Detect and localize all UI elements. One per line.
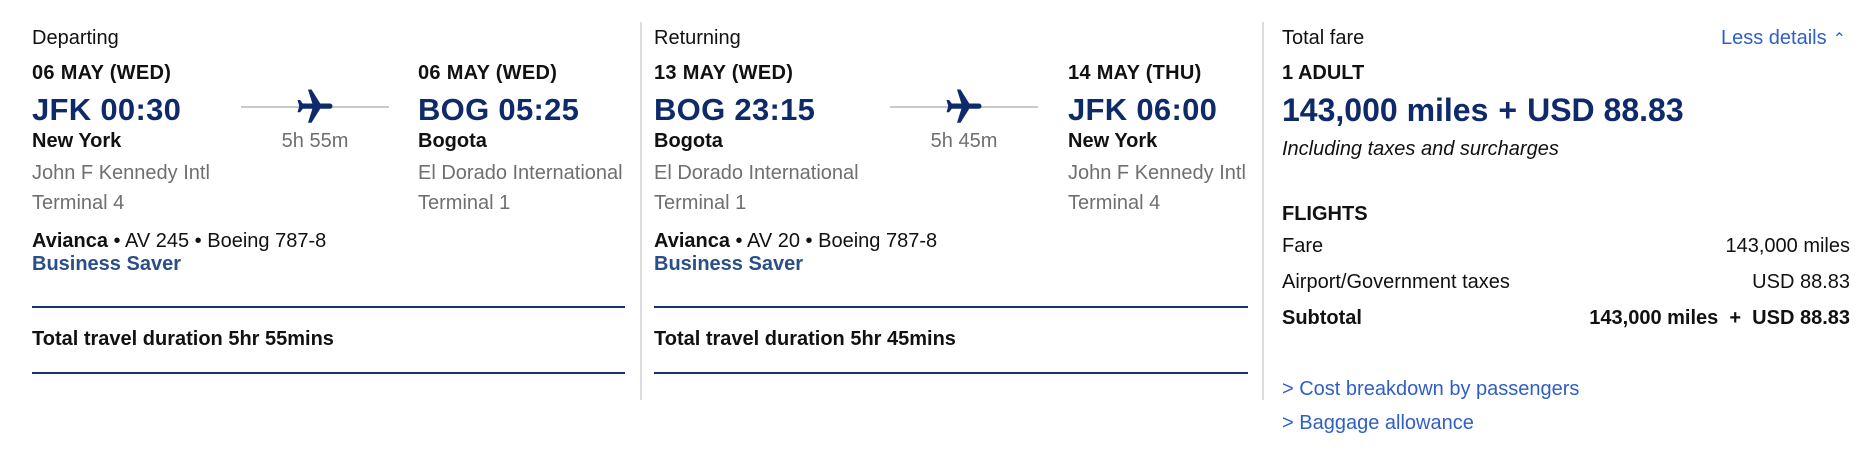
returning-section: Returning 13 MAY (WED) BOG 23:15 Bogota …: [654, 0, 1248, 454]
departure-city: Bogota: [654, 130, 723, 152]
chevron-up-icon: ⌃: [1832, 31, 1846, 48]
taxes-note: Including taxes and surcharges: [1282, 138, 1559, 160]
fare-class: Business Saver: [654, 253, 803, 275]
flight-info: Avianca • AV 245 • Boeing 787-8: [32, 230, 326, 253]
arrival-date: 14 MAY (THU): [1068, 62, 1202, 84]
total-travel-duration: Total travel duration 5hr 55mins: [32, 328, 334, 350]
departure-airport: John F Kennedy Intl: [32, 162, 210, 184]
departure-terminal: Terminal 1: [654, 192, 747, 214]
price-plus: +: [1498, 92, 1518, 128]
arrival-city: Bogota: [418, 130, 487, 152]
departure-time: BOG 23:15: [654, 92, 816, 127]
flights-heading: FLIGHTS: [1282, 203, 1368, 225]
column-divider: [1262, 22, 1264, 400]
departing-section: Departing 06 MAY (WED) JFK 00:30 New Yor…: [32, 0, 625, 454]
flight-duration: 5h 55m: [281, 130, 349, 152]
flight-duration: 5h 45m: [930, 130, 998, 152]
arrival-city: New York: [1068, 130, 1158, 152]
taxes-row-value: USD 88.83: [1752, 271, 1850, 293]
airline-name: Avianca: [32, 230, 108, 252]
arrival-time: JFK 06:00: [1068, 92, 1218, 127]
subtotal-row: Subtotal 143,000 miles + USD 88.83: [1282, 307, 1850, 330]
departure-airport: El Dorado International: [654, 162, 859, 184]
arrival-airport: John F Kennedy Intl: [1068, 162, 1246, 184]
airplane-icon: [297, 89, 333, 123]
subtotal-value: 143,000 miles + USD 88.83: [1589, 307, 1850, 329]
separator-dot: •: [113, 230, 125, 252]
arrival-terminal: Terminal 1: [418, 192, 511, 214]
fare-title: Total fare: [1282, 27, 1365, 49]
arrival-date: 06 MAY (WED): [418, 62, 558, 84]
column-divider: [640, 22, 642, 400]
taxes-row-label: Airport/Government taxes: [1282, 271, 1510, 293]
flight-number-aircraft: AV 245 • Boeing 787-8: [125, 230, 327, 252]
taxes-row: Airport/Government taxes USD 88.83: [1282, 271, 1850, 294]
fare-summary: Total fare Less details ⌃ 1 ADULT 143,000…: [1282, 0, 1866, 454]
arrival-time: BOG 05:25: [418, 92, 580, 127]
divider-rule: [32, 372, 625, 374]
subtotal-label: Subtotal: [1282, 307, 1362, 329]
total-travel-duration: Total travel duration 5hr 45mins: [654, 328, 956, 350]
divider-rule: [654, 372, 1248, 374]
departure-terminal: Terminal 4: [32, 192, 125, 214]
divider-rule: [654, 306, 1248, 308]
departure-time: JFK 00:30: [32, 92, 182, 127]
airline-name: Avianca: [654, 230, 730, 252]
fare-row-label: Fare: [1282, 235, 1324, 257]
total-price: 143,000 miles + USD 88.83: [1282, 92, 1684, 129]
fare-class: Business Saver: [32, 253, 181, 275]
fare-row: Fare 143,000 miles: [1282, 235, 1850, 258]
flight-number-aircraft: AV 20 • Boeing 787-8: [747, 230, 938, 252]
section-label: Returning: [654, 27, 741, 49]
passenger-count: 1 ADULT: [1282, 62, 1365, 84]
airplane-icon: [946, 89, 982, 123]
less-details-label: Less details: [1720, 27, 1827, 49]
cost-breakdown-link[interactable]: > Cost breakdown by passengers: [1282, 378, 1579, 401]
separator-dot: •: [735, 230, 747, 252]
fare-row-value: 143,000 miles: [1725, 235, 1850, 257]
price-miles: 143,000 miles: [1282, 92, 1489, 128]
arrival-terminal: Terminal 4: [1068, 192, 1161, 214]
departure-date: 06 MAY (WED): [32, 62, 172, 84]
section-label: Departing: [32, 27, 119, 49]
price-usd: USD 88.83: [1527, 92, 1684, 128]
baggage-allowance-link[interactable]: > Baggage allowance: [1282, 412, 1474, 435]
divider-rule: [32, 306, 625, 308]
departure-city: New York: [32, 130, 122, 152]
arrival-airport: El Dorado International: [418, 162, 623, 184]
less-details-link[interactable]: Less details ⌃: [1721, 27, 1846, 50]
departure-date: 13 MAY (WED): [654, 62, 794, 84]
flight-info: Avianca • AV 20 • Boeing 787-8: [654, 230, 937, 253]
